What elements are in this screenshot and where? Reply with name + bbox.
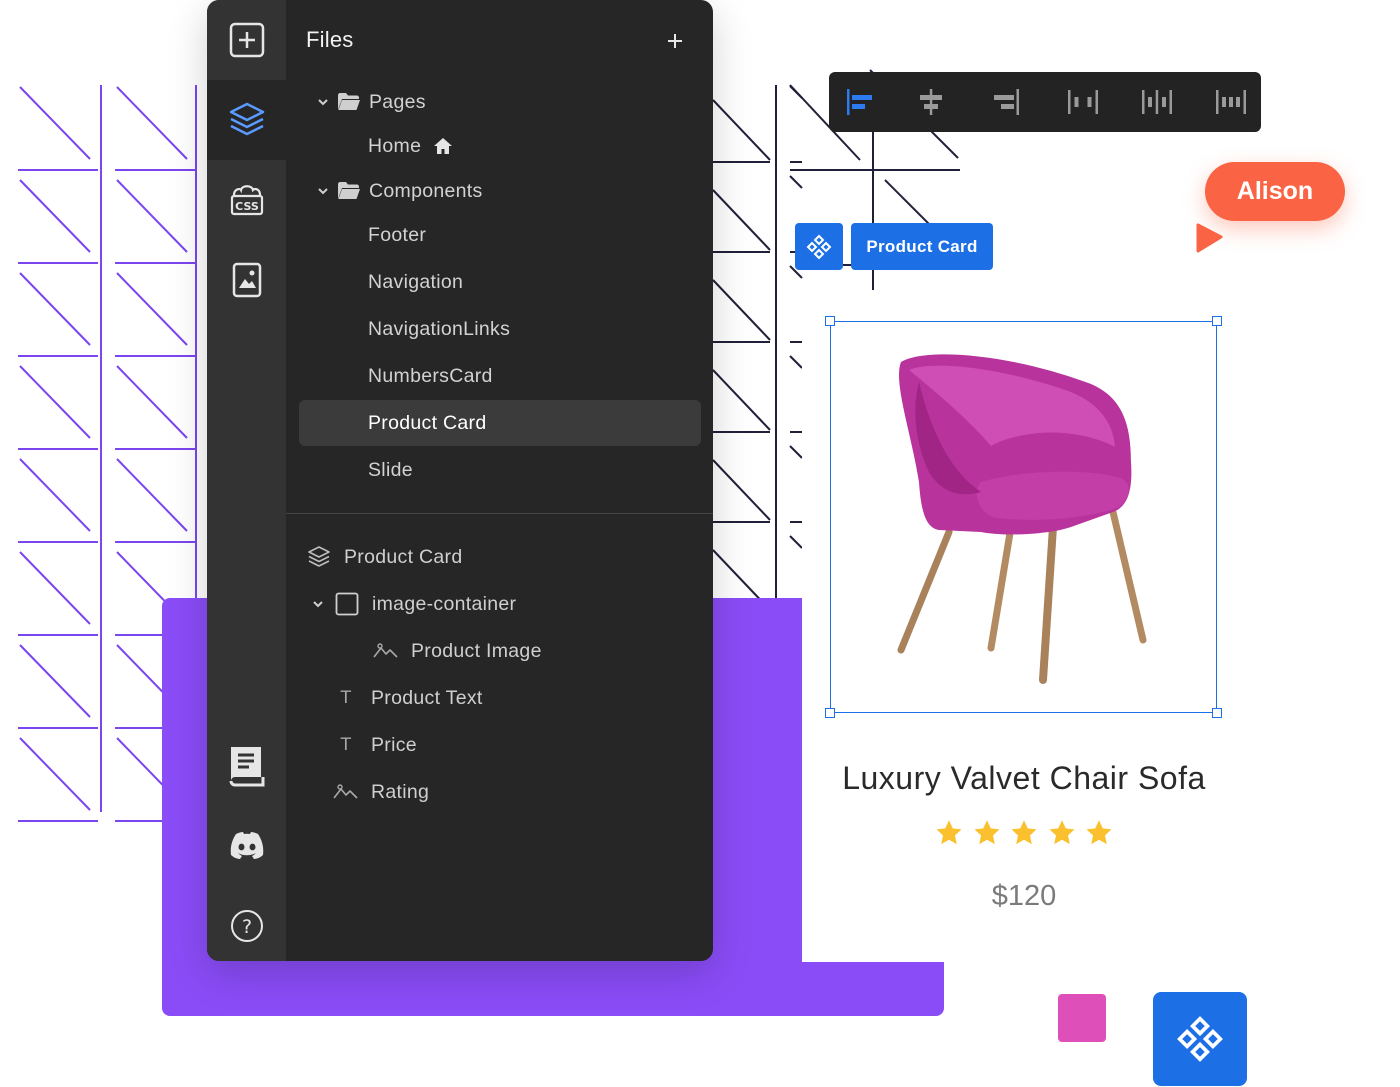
layer-rating[interactable]: Rating [333,772,429,812]
layer-price[interactable]: T Price [337,725,417,765]
plus-icon [668,34,682,48]
layer-label: Product Image [411,639,542,662]
text-type-icon: T [340,735,352,755]
star-icon [974,820,999,845]
star-icon [1086,820,1112,845]
component-button[interactable] [1153,992,1247,1086]
resize-handle-bottom-left[interactable] [825,708,835,718]
add-icon[interactable] [207,0,286,80]
layer-product-image[interactable]: Product Image [373,631,542,671]
star-icon [1011,820,1037,845]
tree-label: Pages [369,90,426,113]
layers-icon [307,545,331,569]
panel-divider [286,513,713,514]
distribute-even-icon[interactable] [1133,72,1181,132]
star-icon [936,820,962,845]
layer-label: Product Card [344,545,463,568]
layer-label: Product Text [371,686,483,709]
layer-image-container[interactable]: image-container [311,584,516,624]
home-icon [433,137,453,155]
add-file-button[interactable] [662,28,688,54]
resize-handle-top-right[interactable] [1212,316,1222,326]
text-type-icon: T [340,688,352,708]
sidebar-rail: CSS ? [207,0,286,961]
distribute-icon[interactable] [1059,72,1107,132]
distribute-around-icon[interactable] [1207,72,1255,132]
tree-label: Home [368,134,422,157]
tree-item-navigationlinks[interactable]: NavigationLinks [299,306,701,352]
tree-item-navigation[interactable]: Navigation [299,259,701,305]
files-title: Files [306,27,354,52]
component-icon-button[interactable] [795,223,843,270]
chevron-down-icon[interactable] [311,600,325,608]
tree-label: NavigationLinks [368,317,511,340]
align-left-icon[interactable] [836,72,884,132]
align-center-icon[interactable] [907,72,955,132]
layer-label: Rating [371,780,430,803]
svg-text:CSS: CSS [235,200,259,213]
component-icon [806,234,832,259]
tree-label: Product Card [368,411,487,434]
tree-item-footer[interactable]: Footer [299,212,701,258]
image-icon [333,783,359,801]
collaborator-cursor-icon [1196,223,1223,253]
component-icon [1177,1016,1223,1062]
folder-icon [337,181,361,201]
discord-icon[interactable] [207,806,286,886]
tree-item-slide[interactable]: Slide [299,447,701,493]
svg-text:?: ? [241,916,251,938]
layer-label: Price [371,733,417,756]
tree-label: Footer [368,223,427,246]
tree-item-product-card[interactable]: Product Card [299,400,701,446]
resize-handle-top-left[interactable] [825,316,835,326]
image-icon [373,642,399,660]
product-title: Luxury Valvet Chair Sofa [842,760,1206,796]
product-price: $120 [991,880,1057,912]
tree-label: NumbersCard [368,364,493,387]
align-right-icon[interactable] [982,72,1030,132]
tree-label: Navigation [368,270,464,293]
help-icon[interactable]: ? [207,886,286,961]
tree-page-home[interactable]: Home [299,123,701,169]
rating-stars [934,818,1114,854]
chevron-down-icon[interactable] [313,187,333,195]
editor-panel: CSS ? Files Pages Home Components Footer… [207,0,713,961]
chevron-down-icon[interactable] [313,98,333,106]
box-icon [335,592,359,616]
layer-product-text[interactable]: T Product Text [337,678,483,718]
docs-book-icon[interactable] [207,725,286,805]
color-swatch[interactable] [1058,994,1106,1042]
layers-icon[interactable] [207,80,286,160]
folder-icon [337,92,361,112]
component-name-label[interactable]: Product Card [851,223,993,270]
image-assets-icon[interactable] [207,240,286,320]
layer-label: image-container [372,592,517,615]
tree-folder-pages[interactable]: Pages [299,79,701,125]
tree-item-numberscard[interactable]: NumbersCard [299,353,701,399]
chair-image [897,354,1147,684]
layer-root-product-card[interactable]: Product Card [307,537,463,577]
star-icon [1049,820,1074,845]
collaborator-tag: Alison [1205,162,1345,221]
resize-handle-bottom-right[interactable] [1212,708,1222,718]
tree-folder-components[interactable]: Components [299,168,701,214]
tree-label: Components [369,179,483,202]
product-image-selection[interactable] [825,316,1222,718]
css-icon[interactable]: CSS [207,160,286,240]
tree-label: Slide [368,458,413,481]
alignment-toolbar [829,72,1261,132]
